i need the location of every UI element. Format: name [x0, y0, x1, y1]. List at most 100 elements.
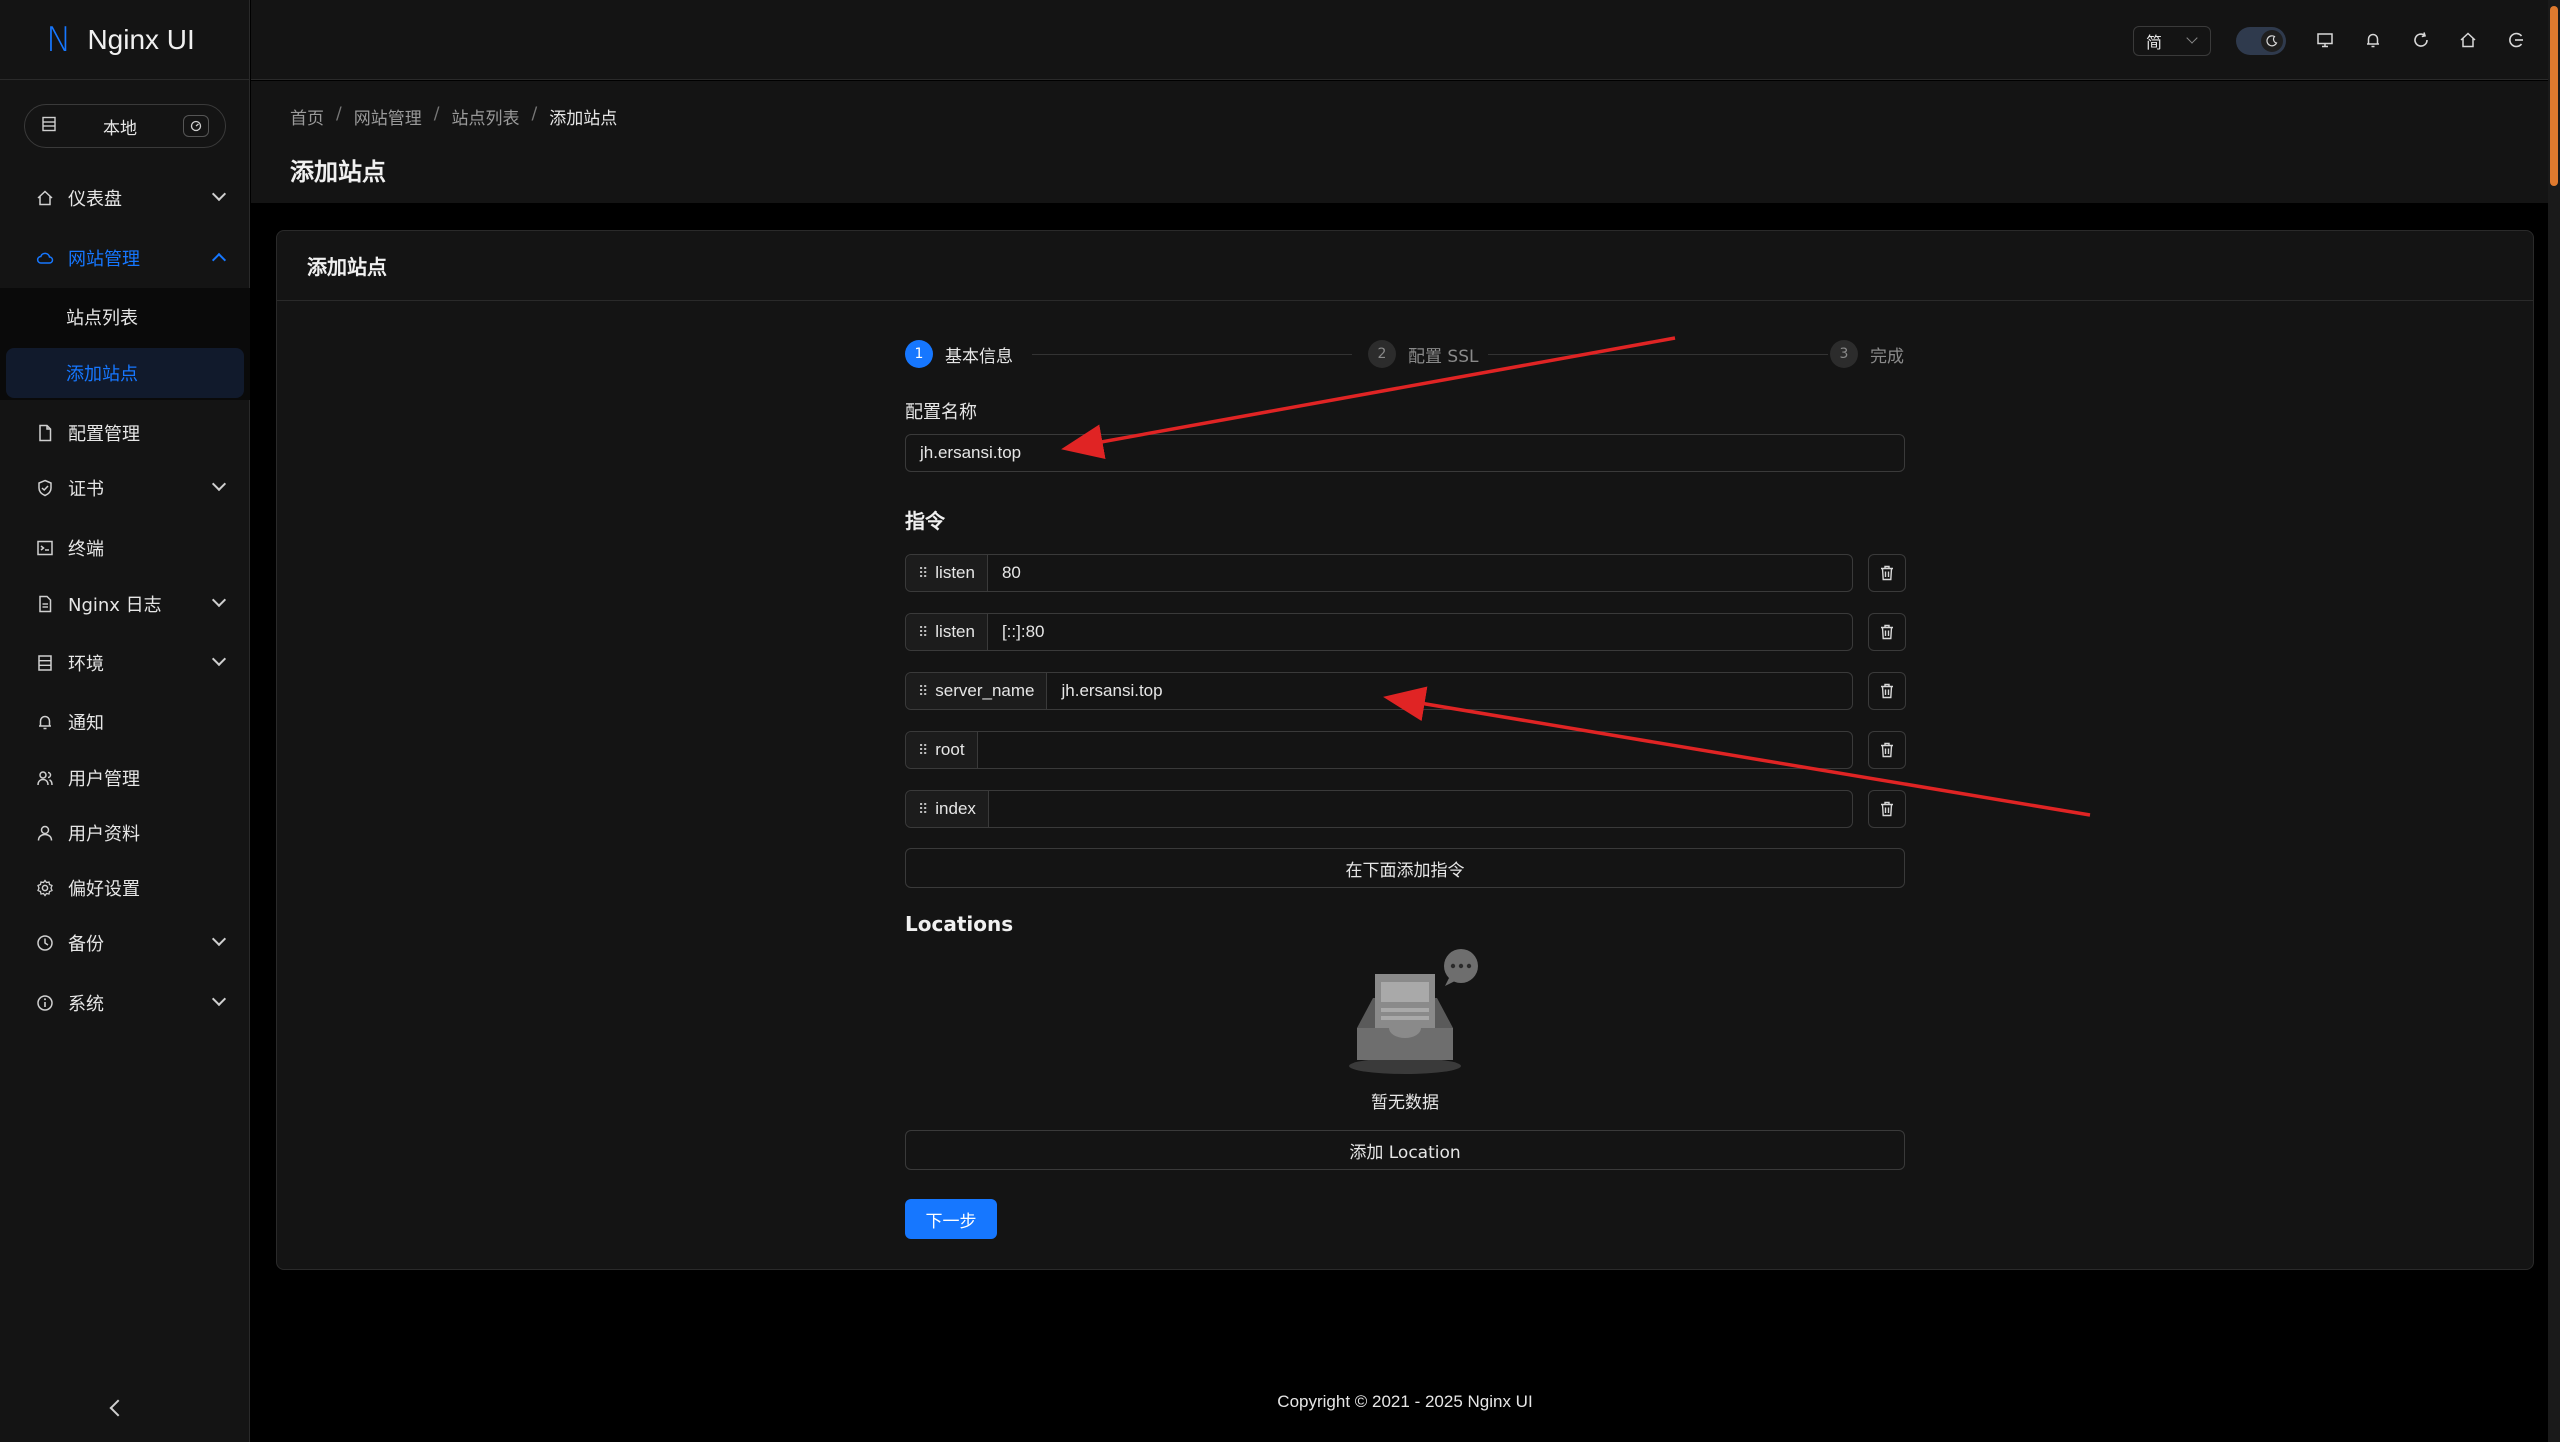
- breadcrumb-site-management[interactable]: 网站管理: [354, 104, 422, 129]
- directive-key-label: index: [935, 799, 976, 818]
- breadcrumb-home[interactable]: 首页: [290, 104, 324, 129]
- sidebar-item-environment[interactable]: 环境: [0, 635, 250, 691]
- sidebar-subitem-add-site[interactable]: 添加站点: [6, 348, 244, 398]
- directive-value-input[interactable]: [978, 732, 1852, 768]
- trash-icon: [1881, 624, 1893, 640]
- info-icon: [34, 994, 56, 1012]
- step-connector: [1032, 354, 1352, 355]
- directive-value-input[interactable]: 80: [988, 555, 1852, 591]
- drag-handle-icon[interactable]: ⠿: [918, 683, 928, 700]
- environment-label: 本地: [103, 118, 137, 139]
- breadcrumb: 首页 / 网站管理 / 站点列表 / 添加站点: [290, 104, 617, 129]
- drag-handle-icon[interactable]: ⠿: [918, 624, 928, 641]
- chevron-down-icon: [211, 592, 227, 608]
- directive-key[interactable]: ⠿ index: [906, 791, 989, 827]
- step-number: 3: [1830, 340, 1858, 368]
- app-title: Nginx UI: [87, 23, 195, 55]
- breadcrumb-separator: /: [531, 104, 538, 124]
- sidebar-item-preferences[interactable]: 偏好设置: [0, 860, 250, 916]
- logout-icon[interactable]: [2504, 28, 2528, 52]
- delete-directive-button[interactable]: [1868, 613, 1906, 651]
- sidebar-item-backup[interactable]: 备份: [0, 915, 250, 971]
- reload-icon[interactable]: [2409, 28, 2433, 52]
- step-complete: 3 完成: [1830, 340, 1904, 368]
- sidebar-item-label: 配置管理: [68, 424, 140, 445]
- sidebar-item-user-management[interactable]: 用户管理: [0, 750, 250, 806]
- language-select[interactable]: 简: [2133, 26, 2211, 56]
- sidebar-item-label: 仪表盘: [68, 189, 122, 210]
- directive-key[interactable]: ⠿ listen: [906, 555, 988, 591]
- step-label: 基本信息: [945, 346, 1013, 367]
- directive-value-input[interactable]: jh.ersansi.top: [1047, 673, 1852, 709]
- sidebar-subitem-site-list[interactable]: 站点列表: [0, 292, 250, 342]
- breadcrumb-current: 添加站点: [549, 109, 618, 129]
- sidebar-item-terminal[interactable]: 终端: [0, 520, 250, 576]
- delete-directive-button[interactable]: [1868, 672, 1906, 710]
- directive-value-input[interactable]: [::]:80: [988, 614, 1852, 650]
- trash-icon: [1881, 565, 1893, 581]
- chevron-down-icon: [2186, 32, 2198, 44]
- sidebar-item-label: 备份: [68, 934, 104, 955]
- add-location-button[interactable]: 添加 Location: [905, 1130, 1905, 1170]
- directive-row: ⠿ listen 80: [905, 554, 1853, 592]
- file-icon: [34, 424, 56, 442]
- step-number: 1: [905, 340, 933, 368]
- delete-directive-button[interactable]: [1868, 790, 1906, 828]
- sidebar-item-label: 环境: [68, 654, 104, 675]
- sidebar-item-dashboard[interactable]: 仪表盘: [0, 170, 250, 226]
- directive-key[interactable]: ⠿ listen: [906, 614, 988, 650]
- sidebar-item-label: 用户资料: [68, 824, 140, 845]
- sidebar-item-user-profile[interactable]: 用户资料: [0, 805, 250, 861]
- breadcrumb-separator: /: [336, 104, 342, 124]
- drag-handle-icon[interactable]: ⠿: [918, 565, 928, 582]
- sidebar-item-label: 证书: [68, 479, 104, 500]
- chevron-down-icon: [211, 931, 227, 947]
- bell-icon[interactable]: [2361, 28, 2385, 52]
- sidebar-item-label: 通知: [68, 713, 104, 734]
- scrollbar[interactable]: [2548, 0, 2560, 1442]
- collapse-sidebar-icon[interactable]: [109, 1399, 127, 1417]
- directive-value-input[interactable]: [989, 791, 1852, 827]
- directive-key[interactable]: ⠿ server_name: [906, 673, 1048, 709]
- drag-handle-icon[interactable]: ⠿: [918, 801, 928, 818]
- card-title: 添加站点: [277, 231, 2533, 301]
- directive-key-label: listen: [935, 563, 975, 582]
- delete-directive-button[interactable]: [1868, 554, 1906, 592]
- monitor-icon[interactable]: [2313, 28, 2337, 52]
- trash-icon: [1881, 801, 1893, 817]
- scrollbar-thumb[interactable]: [2550, 6, 2558, 186]
- users-icon: [34, 769, 56, 787]
- drag-handle-icon[interactable]: ⠿: [918, 742, 928, 759]
- sidebar-item-config-management[interactable]: 配置管理: [0, 405, 250, 461]
- terminal-icon: [34, 539, 56, 557]
- chevron-up-icon: [211, 252, 227, 268]
- breadcrumb-site-list[interactable]: 站点列表: [451, 104, 519, 129]
- theme-toggle[interactable]: [2236, 27, 2286, 55]
- top-header: 简: [251, 0, 2548, 80]
- add-directive-button[interactable]: 在下面添加指令: [905, 848, 1905, 888]
- dashboard-icon: [183, 115, 209, 137]
- home-icon[interactable]: [2456, 28, 2480, 52]
- sidebar-item-certificates[interactable]: 证书: [0, 460, 250, 516]
- step-configure-ssl: 2 配置 SSL: [1368, 340, 1478, 368]
- footer-copyright: Copyright © 2021 - 2025 Nginx UI: [1277, 1392, 1533, 1411]
- empty-state-text: 暂无数据: [1371, 1093, 1439, 1113]
- config-name-input[interactable]: jh.ersansi.top: [905, 434, 1905, 472]
- sidebar-item-label: 终端: [68, 539, 104, 560]
- step-label: 配置 SSL: [1408, 346, 1479, 367]
- logo[interactable]: N Nginx UI: [0, 0, 249, 80]
- sidebar-item-label: 偏好设置: [68, 879, 140, 900]
- chevron-down-icon: [211, 476, 227, 492]
- sidebar-item-nginx-log[interactable]: Nginx 日志: [0, 576, 250, 632]
- document-icon: [34, 595, 56, 613]
- step-connector: [1488, 354, 1828, 355]
- config-name-label: 配置名称: [905, 402, 977, 423]
- directive-key[interactable]: ⠿ root: [906, 732, 978, 768]
- delete-directive-button[interactable]: [1868, 731, 1906, 769]
- sidebar-item-system[interactable]: 系统: [0, 975, 250, 1031]
- environment-switch[interactable]: 本地: [24, 104, 226, 148]
- directive-row: ⠿ server_name jh.ersansi.top: [905, 672, 1853, 710]
- sidebar-item-notifications[interactable]: 通知: [0, 694, 250, 750]
- next-step-button[interactable]: 下一步: [905, 1199, 997, 1239]
- sidebar-item-site-management[interactable]: 网站管理: [0, 230, 250, 286]
